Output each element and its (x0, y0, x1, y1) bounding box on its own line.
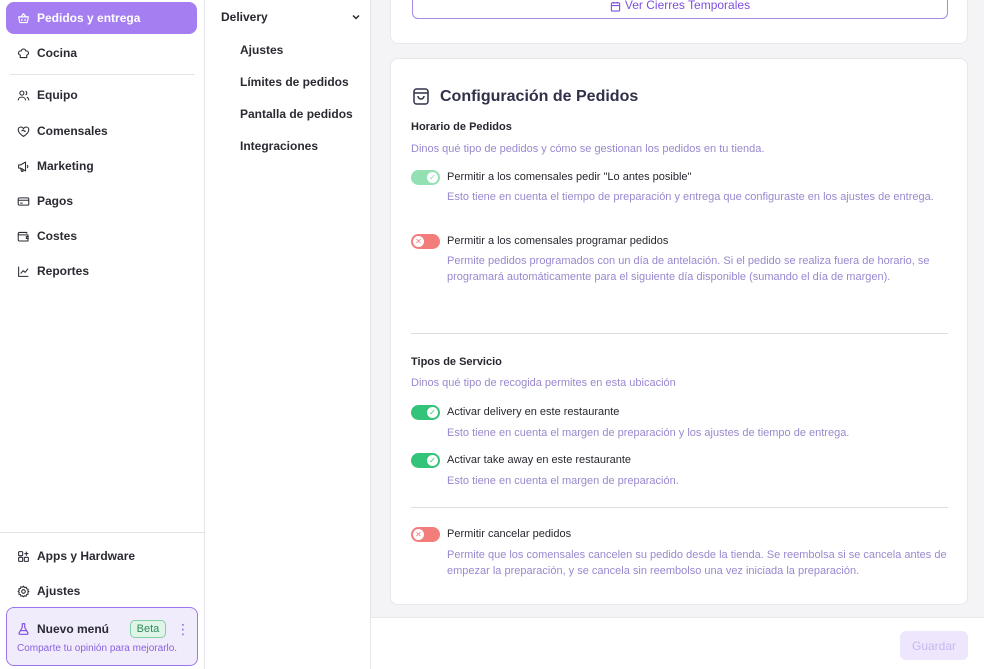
schedule-section-subtitle: Dinos qué tipo de pedidos y cómo se gest… (411, 143, 765, 155)
section-divider (411, 507, 948, 508)
sidebar-item-costes[interactable]: Costes (6, 220, 197, 252)
sidebar-item-equipo[interactable]: Equipo (6, 79, 197, 111)
subnav-delivery-header[interactable]: Delivery (221, 10, 361, 24)
sidebar-divider (10, 74, 195, 75)
sidebar-item-label: Comensales (37, 124, 108, 138)
sidebar-item-label: Cocina (37, 46, 78, 60)
asap-toggle[interactable]: ✓ (411, 170, 440, 185)
sub-navigation: Delivery Ajustes Límites de pedidos Pant… (205, 0, 371, 669)
sidebar-item-label: Ajustes (37, 584, 81, 598)
check-icon: ✓ (427, 172, 438, 183)
sidebar-item-label: Pedidos y entrega (37, 11, 141, 25)
service-section-title: Tipos de Servicio (411, 356, 502, 368)
beta-badge: Beta (130, 620, 166, 638)
subnav-item-integraciones[interactable]: Integraciones (240, 139, 318, 153)
sidebar-item-label: Equipo (37, 88, 78, 102)
credit-card-icon (17, 196, 30, 206)
megaphone-icon (18, 161, 29, 172)
sidebar-item-ajustes[interactable]: Ajustes (6, 575, 197, 607)
save-button[interactable]: Guardar (900, 631, 968, 660)
apps-grid-icon (18, 550, 29, 562)
cancel-orders-description: Permite que los comensales cancelen su p… (447, 549, 947, 577)
x-icon: ✕ (413, 529, 424, 540)
x-icon: ✕ (413, 236, 424, 247)
check-icon: ✓ (427, 455, 438, 466)
users-icon (17, 90, 30, 100)
schedule-orders-label: Permitir a los comensales programar pedi… (447, 235, 669, 247)
asap-label: Permitir a los comensales pedir "Lo ante… (447, 171, 692, 183)
service-section-subtitle: Dinos qué tipo de recogida permites en e… (411, 377, 676, 389)
takeaway-description: Esto tiene en cuenta el margen de prepar… (447, 475, 679, 487)
page-title: Configuración de Pedidos (440, 87, 639, 105)
takeaway-label: Activar take away en este restaurante (447, 454, 632, 466)
view-temporary-closures-button[interactable]: Ver Cierres Temporales (412, 0, 948, 19)
asap-description: Esto tiene en cuenta el tiempo de prepar… (447, 191, 934, 203)
new-menu-promo[interactable]: Nuevo menú Beta ⋮ Comparte tu opinión pa… (6, 607, 198, 666)
basket-icon (18, 12, 29, 23)
sidebar-item-cocina[interactable]: Cocina (6, 37, 197, 69)
chevron-down-icon (352, 14, 360, 20)
subnav-section-label: Delivery (221, 10, 268, 24)
button-label: Ver Cierres Temporales (624, 0, 751, 12)
cancel-orders-label: Permitir cancelar pedidos (447, 528, 572, 540)
schedule-orders-description: Permite pedidos programados con un día d… (447, 255, 930, 283)
sidebar-item-pedidos-y-entrega[interactable]: Pedidos y entrega (6, 2, 197, 34)
promo-title: Nuevo menú (37, 622, 110, 636)
takeaway-toggle[interactable]: ✓ (411, 453, 440, 468)
sidebar-item-label: Pagos (37, 194, 74, 208)
footer-bar: Guardar (371, 617, 984, 669)
delivery-toggle[interactable]: ✓ (411, 405, 440, 420)
config-header: Configuración de Pedidos (412, 87, 638, 106)
subnav-item-pantalla[interactable]: Pantalla de pedidos (240, 107, 353, 121)
sidebar-item-comensales[interactable]: Comensales (6, 115, 197, 147)
delivery-description: Esto tiene en cuenta el margen de prepar… (447, 427, 850, 439)
chef-hat-icon (18, 48, 29, 58)
promo-subtitle: Comparte tu opinión para mejorarlo. (17, 643, 178, 654)
sidebar-item-reportes[interactable]: Reportes (6, 255, 197, 287)
cancel-orders-toggle[interactable]: ✕ (411, 527, 440, 542)
temporary-closures-card: Ver Cierres Temporales (390, 0, 968, 44)
order-config-card: Configuración de Pedidos Horario de Pedi… (390, 58, 968, 605)
sidebar-item-label: Reportes (37, 264, 90, 278)
wallet-icon (17, 231, 29, 241)
heart-handshake-icon (17, 126, 30, 137)
sidebar: Pedidos y entrega Cocina Equipo Comensal… (0, 0, 205, 669)
shopping-bag-icon (413, 88, 429, 105)
delivery-label: Activar delivery en este restaurante (447, 406, 620, 418)
sidebar-item-marketing[interactable]: Marketing (6, 150, 197, 182)
gear-icon (17, 584, 30, 598)
sidebar-item-label: Costes (37, 229, 78, 243)
sidebar-item-label: Apps y Hardware (37, 549, 136, 563)
sidebar-item-label: Marketing (37, 159, 94, 173)
schedule-section-title: Horario de Pedidos (411, 121, 512, 133)
chart-icon (18, 266, 29, 277)
check-icon: ✓ (427, 407, 438, 418)
schedule-orders-toggle[interactable]: ✕ (411, 234, 440, 249)
subnav-item-ajustes[interactable]: Ajustes (240, 43, 283, 57)
section-divider (411, 333, 948, 334)
subnav-item-limites[interactable]: Límites de pedidos (240, 75, 349, 89)
sidebar-item-pagos[interactable]: Pagos (6, 185, 197, 217)
flask-icon (18, 623, 29, 635)
sidebar-item-apps-y-hardware[interactable]: Apps y Hardware (6, 540, 197, 572)
sidebar-bottom-divider (0, 532, 204, 533)
more-vertical-icon[interactable]: ⋮ (176, 621, 190, 637)
calendar-icon (610, 1, 621, 12)
